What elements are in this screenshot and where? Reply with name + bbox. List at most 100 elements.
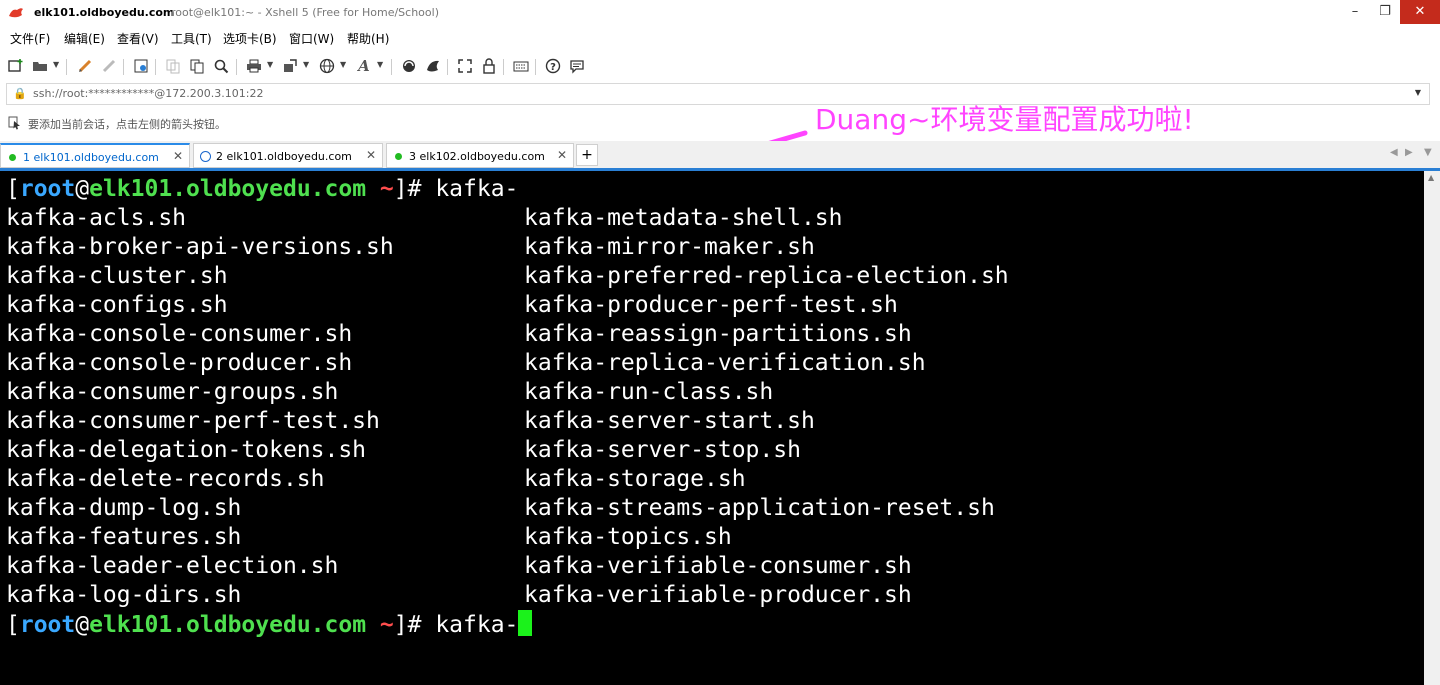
tab-label: 2 elk101.oldboyedu.com <box>216 150 352 163</box>
terminal-output-line: kafka-consumer-groups.sh <box>6 379 339 405</box>
address-field[interactable]: ssh://root:************@172.200.3.101:22 <box>33 87 264 100</box>
add-session-arrow-icon[interactable] <box>8 116 22 133</box>
close-button[interactable]: ✕ <box>1400 0 1440 24</box>
terminal-output-line: kafka-server-stop.sh <box>524 437 801 463</box>
help-icon[interactable]: ? <box>544 57 562 75</box>
terminal[interactable]: [root@elk101.oldboyedu.com ~]# kafka- ka… <box>0 171 1424 685</box>
close-tab-icon[interactable]: ✕ <box>557 148 567 162</box>
terminal-output-line: kafka-preferred-replica-election.sh <box>524 263 1009 289</box>
chevron-down-icon[interactable]: ▼ <box>267 60 273 69</box>
lock-icon[interactable] <box>480 57 498 75</box>
tab-next-icon[interactable]: ▶ <box>1405 147 1413 158</box>
menu-bar: 文件(F) 编辑(E) 查看(V) 工具(T) 选项卡(B) 窗口(W) 帮助(… <box>0 27 1440 49</box>
lock-icon: 🔒 <box>13 87 27 100</box>
toolbar-divider <box>236 59 237 75</box>
close-tab-icon[interactable]: ✕ <box>173 149 183 163</box>
terminal-output-line: kafka-verifiable-consumer.sh <box>524 553 912 579</box>
copy-icon[interactable] <box>164 57 182 75</box>
tab-label: 1 elk101.oldboyedu.com <box>23 151 159 164</box>
terminal-output-line: kafka-acls.sh <box>6 205 187 231</box>
terminal-output-line: kafka-cluster.sh <box>6 263 228 289</box>
terminal-output-line: kafka-dump-log.sh <box>6 495 242 521</box>
terminal-output-line: kafka-verifiable-producer.sh <box>524 582 912 608</box>
window-title: root@elk101:~ - Xshell 5 (Free for Home/… <box>171 6 439 19</box>
reconnect-icon[interactable] <box>76 57 94 75</box>
open-folder-icon[interactable] <box>31 57 49 75</box>
terminal-output-line: kafka-log-dirs.sh <box>6 582 242 608</box>
menu-window[interactable]: 窗口(W) <box>289 30 334 47</box>
tab-session-3[interactable]: 3 elk102.oldboyedu.com ✕ <box>386 143 574 168</box>
connected-status-icon <box>9 154 16 161</box>
chat-icon[interactable] <box>568 57 586 75</box>
chevron-down-icon[interactable]: ▼ <box>1415 88 1421 97</box>
terminal-output-line: kafka-metadata-shell.sh <box>524 205 843 231</box>
close-tab-icon[interactable]: ✕ <box>366 148 376 162</box>
terminal-output-line: kafka-reassign-partitions.sh <box>524 321 912 347</box>
terminal-output-line: kafka-replica-verification.sh <box>524 350 926 376</box>
menu-view[interactable]: 查看(V) <box>117 30 159 47</box>
tab-label: 3 elk102.oldboyedu.com <box>409 150 545 163</box>
keyboard-icon[interactable] <box>512 57 530 75</box>
tab-prev-icon[interactable]: ◀ <box>1390 147 1398 158</box>
terminal-scrollbar[interactable]: ▲ <box>1424 171 1440 685</box>
window-title-host: elk101.oldboyedu.com <box>34 6 175 19</box>
toolbar-divider <box>155 59 156 75</box>
tab-session-1[interactable]: 1 elk101.oldboyedu.com ✕ <box>0 143 190 168</box>
session-hint-text: 要添加当前会话，点击左侧的箭头按钮。 <box>28 118 226 131</box>
toolbar-divider <box>123 59 124 75</box>
paste-icon[interactable] <box>188 57 206 75</box>
menu-tabs[interactable]: 选项卡(B) <box>223 30 277 47</box>
xftp-icon[interactable] <box>400 57 418 75</box>
terminal-command: kafka- <box>435 176 519 202</box>
svg-text:?: ? <box>550 62 556 73</box>
tab-list-icon[interactable]: ▼ <box>1424 147 1432 158</box>
terminal-prompt-line: [root@elk101.oldboyedu.com ~]# kafka- <box>6 176 519 202</box>
transfer-icon[interactable] <box>281 57 299 75</box>
maximize-button[interactable]: ❐ <box>1370 0 1400 24</box>
menu-tools[interactable]: 工具(T) <box>171 30 212 47</box>
terminal-output-line: kafka-delegation-tokens.sh <box>6 437 367 463</box>
terminal-output-line: kafka-run-class.sh <box>524 379 774 405</box>
disconnect-icon[interactable] <box>100 57 118 75</box>
fullscreen-icon[interactable] <box>456 57 474 75</box>
terminal-output-line: kafka-delete-records.sh <box>6 466 325 492</box>
terminal-cursor <box>518 610 533 636</box>
terminal-output-line: kafka-console-producer.sh <box>6 350 353 376</box>
terminal-prompt-line: [root@elk101.oldboyedu.com ~]# kafka- <box>6 610 533 639</box>
font-icon[interactable]: A <box>355 57 373 75</box>
title-bar: elk101.oldboyedu.com root@elk101:~ - Xsh… <box>0 0 1440 26</box>
address-bar[interactable]: 🔒 ssh://root:************@172.200.3.101:… <box>6 83 1430 105</box>
properties-icon[interactable] <box>132 57 150 75</box>
menu-file[interactable]: 文件(F) <box>10 30 50 47</box>
scroll-up-icon[interactable]: ▲ <box>1428 173 1434 182</box>
session-tab-bar: 1 elk101.oldboyedu.com ✕ 2 elk101.oldboy… <box>0 141 1440 168</box>
globe-icon[interactable] <box>318 57 336 75</box>
terminal-output-line: kafka-streams-application-reset.sh <box>524 495 995 521</box>
minimize-button[interactable]: – <box>1340 0 1370 24</box>
annotation-text: Duang~环境变量配置成功啦! <box>815 103 1194 136</box>
terminal-output-line: kafka-console-consumer.sh <box>6 321 353 347</box>
toolbar-divider <box>66 59 67 75</box>
chevron-down-icon[interactable]: ▼ <box>303 60 309 69</box>
menu-help[interactable]: 帮助(H) <box>347 30 389 47</box>
toolbar-divider <box>447 59 448 75</box>
terminal-command: kafka- <box>435 612 519 638</box>
tab-session-2[interactable]: 2 elk101.oldboyedu.com ✕ <box>193 143 383 168</box>
find-icon[interactable] <box>212 57 230 75</box>
toolbar-divider <box>535 59 536 75</box>
menu-edit[interactable]: 编辑(E) <box>64 30 105 47</box>
toolbar-divider <box>503 59 504 75</box>
toolbar: ▼ ▼ ▼ ▼ A ▼ ? <box>0 53 1440 81</box>
new-tab-button[interactable]: + <box>576 144 598 166</box>
xmanager-icon[interactable] <box>424 57 442 75</box>
new-session-icon[interactable] <box>7 57 25 75</box>
print-icon[interactable] <box>245 57 263 75</box>
terminal-output-line: kafka-features.sh <box>6 524 242 550</box>
chevron-down-icon[interactable]: ▼ <box>53 60 59 69</box>
terminal-output-line: kafka-configs.sh <box>6 292 228 318</box>
chevron-down-icon[interactable]: ▼ <box>340 60 346 69</box>
terminal-output-line: kafka-producer-perf-test.sh <box>524 292 898 318</box>
terminal-output-line: kafka-mirror-maker.sh <box>524 234 815 260</box>
terminal-output-line: kafka-leader-election.sh <box>6 553 339 579</box>
chevron-down-icon[interactable]: ▼ <box>377 60 383 69</box>
